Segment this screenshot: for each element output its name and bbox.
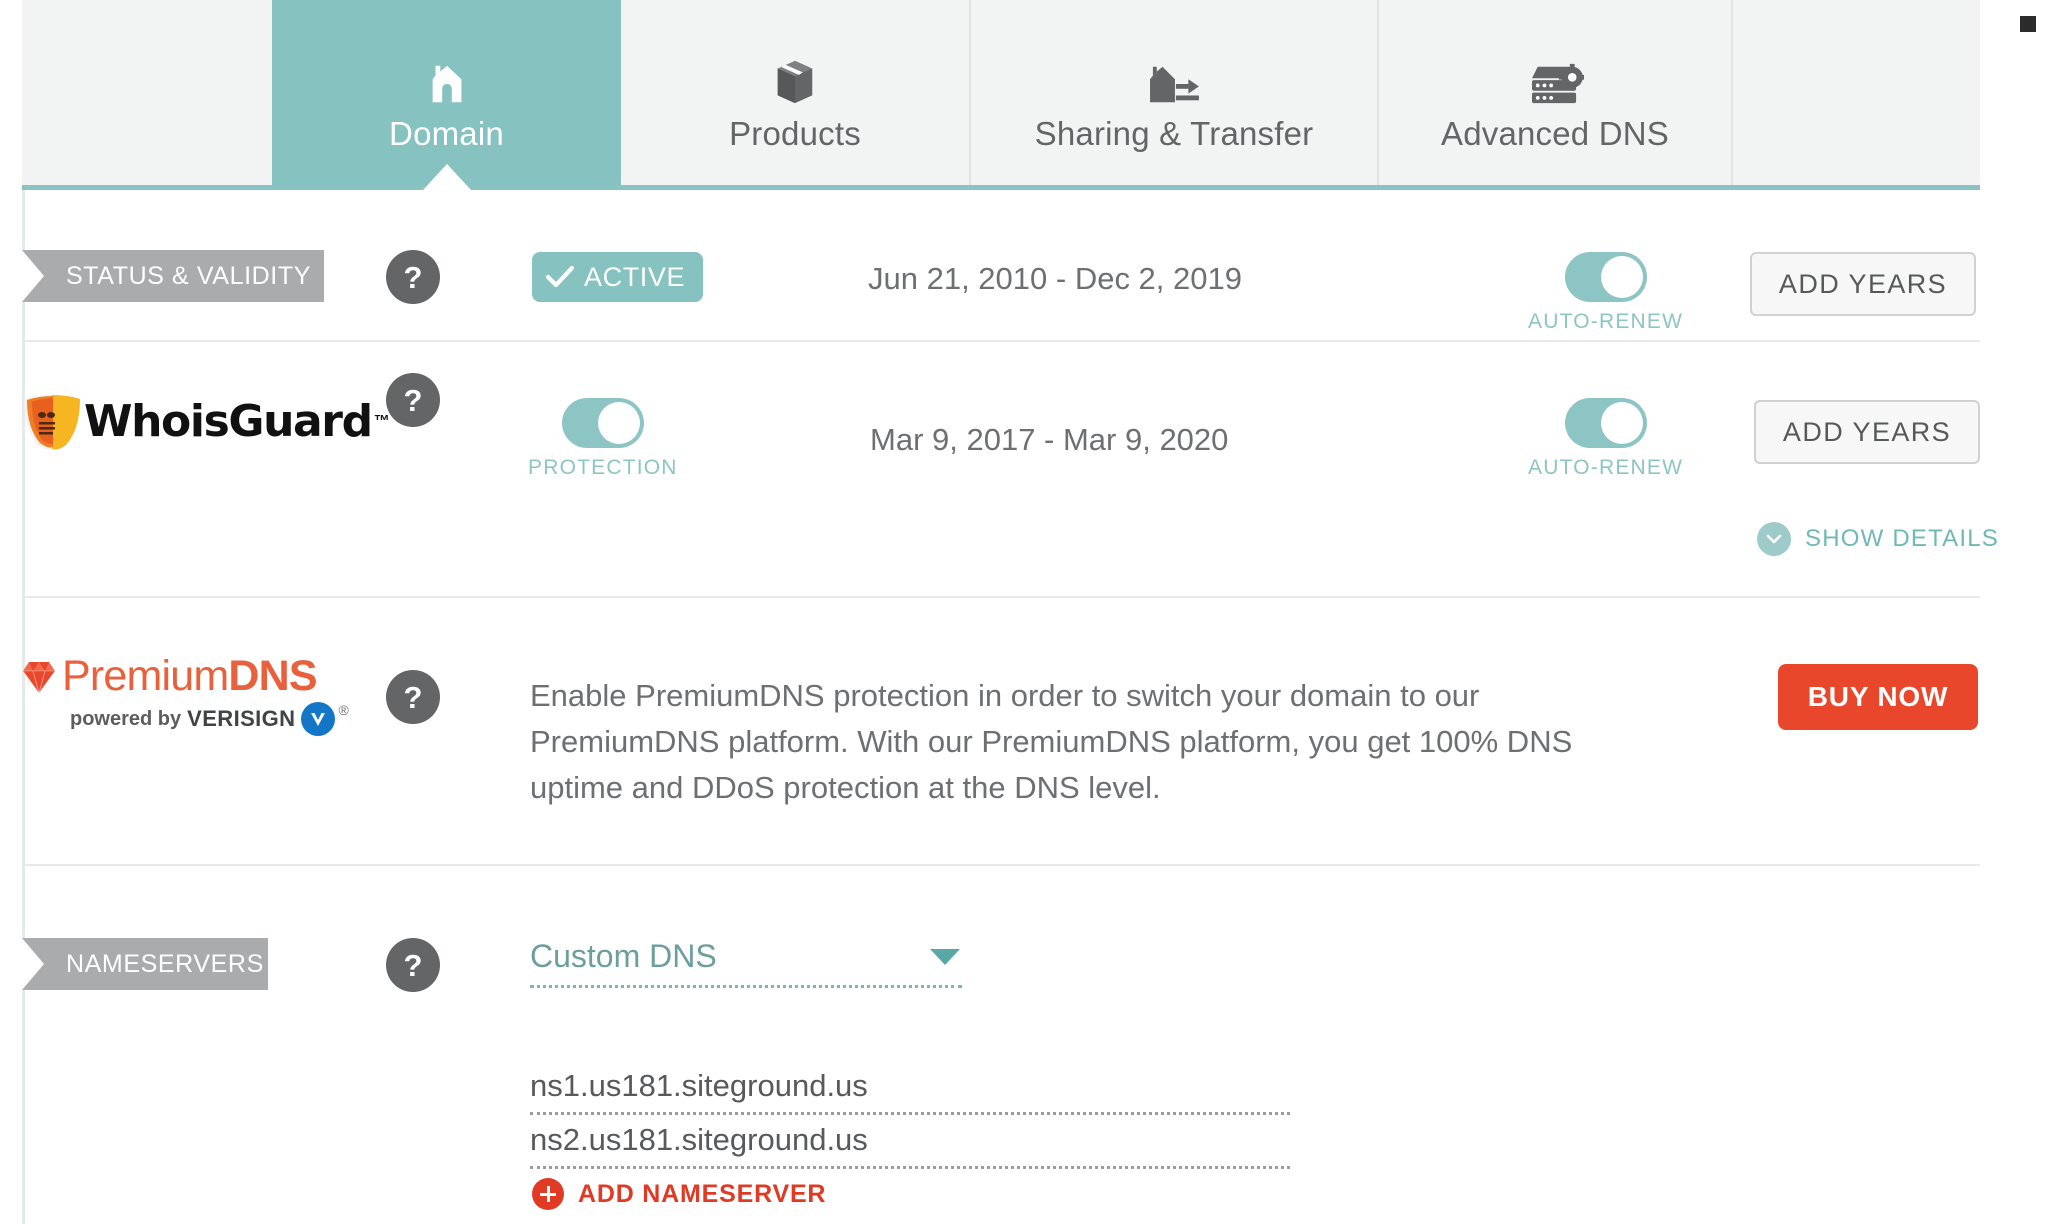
tab-bar-right-spacer: [1733, 0, 1980, 185]
row-divider-1: [22, 340, 1980, 342]
premiumdns-description: Enable PremiumDNS protection in order to…: [530, 678, 1573, 805]
nameserver-1-value: ns1.us181.siteground.us: [530, 1068, 868, 1103]
whoisguard-trademark: ™: [373, 413, 390, 430]
tab-products-label: Products: [729, 115, 861, 152]
server-gear-icon: [1526, 45, 1584, 107]
verisign-logo-icon: [301, 702, 336, 736]
auto-renew-toggle-label: AUTO-RENEW: [1528, 310, 1684, 333]
add-nameserver-button[interactable]: ADD NAMESERVER: [532, 1178, 826, 1210]
diamond-icon: [22, 661, 56, 695]
status-active-badge-label: ACTIVE: [584, 261, 686, 292]
buy-now-button[interactable]: BUY NOW: [1778, 664, 1978, 730]
whoisguard-protection-toggle-label: PROTECTION: [528, 456, 678, 479]
tab-sharing-transfer[interactable]: Sharing & Transfer: [971, 0, 1379, 185]
status-validity-ribbon-label: STATUS & VALIDITY: [66, 261, 311, 290]
add-years-button-status-label: ADD YEARS: [1778, 268, 1948, 299]
plus-circle-icon: [532, 1178, 564, 1210]
nameserver-1-field[interactable]: ns1.us181.siteground.us: [530, 1068, 1290, 1115]
premiumdns-logo-premium: Premium: [62, 652, 229, 700]
status-help-icon[interactable]: ?: [386, 250, 440, 304]
toggle-knob: [1600, 256, 1643, 298]
whoisguard-auto-renew-toggle-group: AUTO-RENEW: [1528, 398, 1683, 480]
active-tab-notch: [422, 164, 471, 190]
premiumdns-logo-dns: DNS: [228, 652, 317, 700]
tab-products[interactable]: Products: [621, 0, 971, 185]
nameserver-1-underline: [530, 1112, 1290, 1115]
chevron-down-icon: [930, 948, 960, 965]
auto-renew-toggle[interactable]: [1564, 252, 1647, 302]
toggle-knob: [597, 402, 640, 444]
dns-type-select[interactable]: Custom DNS: [530, 938, 962, 988]
auto-renew-toggle-group: AUTO-RENEW: [1528, 252, 1683, 334]
whoisguard-auto-renew-toggle[interactable]: [1564, 398, 1647, 448]
tab-domain-label: Domain: [389, 115, 504, 152]
whoisguard-protection-toggle[interactable]: [561, 398, 644, 448]
add-years-button-whoisguard-label: ADD YEARS: [1782, 416, 1952, 447]
whoisguard-logo-text: WhoisGuard: [84, 396, 373, 447]
tab-advanced-dns-label: Advanced DNS: [1440, 115, 1670, 152]
whoisguard-protection-toggle-group: PROTECTION: [528, 398, 678, 480]
page-root: Domain Products Sharing & Transfer Advan…: [0, 0, 2048, 1224]
check-icon: [546, 266, 574, 288]
domain-validity-dates: Jun 21, 2010 - Dec 2, 2019: [868, 261, 1242, 296]
house-transfer-icon: [1146, 45, 1202, 107]
whoisguard-validity-dates: Mar 9, 2017 - Mar 9, 2020: [870, 422, 1229, 457]
toggle-knob: [1600, 402, 1643, 444]
show-details-button[interactable]: SHOW DETAILS: [1757, 522, 1999, 556]
house-icon: [424, 45, 470, 107]
nameserver-2-field[interactable]: ns2.us181.siteground.us: [530, 1122, 1290, 1169]
tab-bar-left-spacer: [22, 0, 272, 185]
tab-advanced-dns[interactable]: Advanced DNS: [1379, 0, 1733, 185]
add-nameserver-label: ADD NAMESERVER: [578, 1179, 827, 1208]
nameserver-2-underline: [530, 1166, 1290, 1169]
whoisguard-shield-icon: [24, 395, 80, 450]
premiumdns-logo: PremiumDNS powered by VERISIGN ®: [20, 655, 349, 736]
add-years-button-whoisguard[interactable]: ADD YEARS: [1754, 400, 1980, 464]
corner-marker: [2020, 16, 2036, 32]
status-active-badge: ACTIVE: [532, 252, 704, 302]
show-details-label: SHOW DETAILS: [1805, 525, 1999, 552]
tab-sharing-transfer-label: Sharing & Transfer: [1034, 115, 1314, 152]
row-divider-2: [22, 596, 1980, 598]
tab-domain[interactable]: Domain: [272, 0, 621, 190]
nameservers-help-icon[interactable]: ?: [386, 938, 440, 992]
chevron-down-icon: [1757, 522, 1791, 556]
nameservers-ribbon: NAMESERVERS: [22, 938, 268, 990]
nameserver-2-value: ns2.us181.siteground.us: [530, 1122, 868, 1157]
box-icon: [772, 45, 818, 107]
ribbon-notch: [22, 250, 44, 302]
premiumdns-help-icon[interactable]: ?: [386, 670, 440, 724]
ribbon-notch: [22, 938, 44, 990]
whoisguard-auto-renew-toggle-label: AUTO-RENEW: [1528, 456, 1684, 479]
main-tab-bar: Domain Products Sharing & Transfer Advan…: [22, 0, 1980, 190]
nameservers-ribbon-label: NAMESERVERS: [66, 949, 264, 978]
whoisguard-help-icon[interactable]: ?: [386, 373, 440, 427]
row-divider-3: [22, 864, 1980, 866]
whoisguard-logo: WhoisGuard ™: [22, 393, 390, 451]
premiumdns-powered-by: powered by: [70, 707, 182, 730]
dns-type-select-value: Custom DNS: [530, 938, 717, 974]
premiumdns-verisign-text: VERISIGN: [187, 706, 296, 731]
premiumdns-registered-mark: ®: [338, 702, 349, 718]
buy-now-button-label: BUY NOW: [1807, 681, 1949, 712]
status-validity-ribbon: STATUS & VALIDITY: [22, 250, 324, 302]
select-underline: [530, 985, 962, 988]
add-years-button-status[interactable]: ADD YEARS: [1750, 252, 1976, 316]
